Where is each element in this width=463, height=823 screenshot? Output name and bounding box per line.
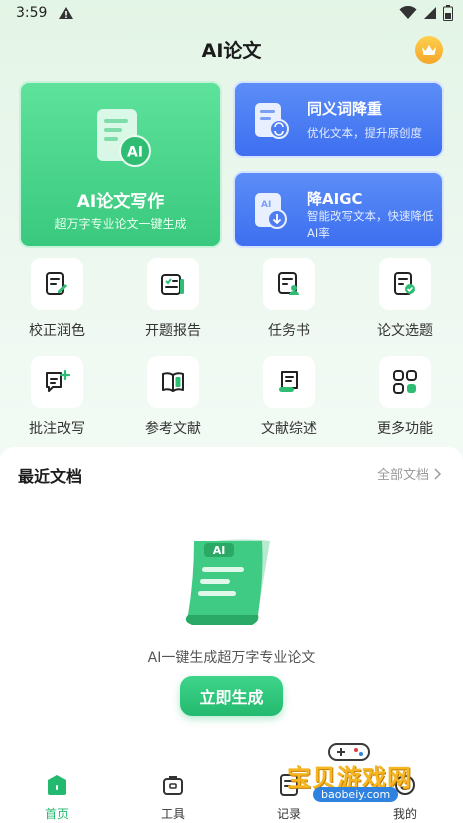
signal-icon — [424, 7, 436, 19]
warning-icon — [59, 7, 73, 19]
grid-icon — [393, 370, 417, 394]
feature-proofread[interactable]: 校正润色 — [17, 258, 97, 340]
feature-literature-review[interactable]: 文献综述 — [249, 356, 329, 438]
scroll-icon — [279, 371, 298, 392]
crown-icon — [422, 45, 436, 55]
nav-home[interactable]: 首页 — [27, 773, 87, 822]
feature-more[interactable]: 更多功能 — [365, 356, 445, 438]
feature-label: 开题报告 — [145, 323, 201, 339]
feature-icon-box — [379, 258, 431, 310]
book-icon — [162, 372, 184, 392]
feature-icon-box — [263, 258, 315, 310]
all-documents-label: 全部文档 — [376, 468, 429, 483]
feature-icon-box — [147, 258, 199, 310]
check-doc-icon — [394, 272, 415, 295]
status-indicators — [399, 5, 453, 21]
feature-icon-box — [31, 356, 83, 408]
nav-label: 工具 — [160, 807, 185, 821]
status-time: 3:59 — [16, 5, 48, 21]
feature-icon-box — [31, 258, 83, 310]
feature-icon-box — [379, 356, 431, 408]
feature-icon-box — [147, 356, 199, 408]
page-title: AI论文 — [201, 40, 262, 62]
feature-references[interactable]: 参考文献 — [133, 356, 213, 438]
status-bar: 3:59 — [0, 0, 463, 28]
ai-writing-card[interactable]: AI AI论文写作 超万字专业论文一键生成 — [19, 81, 222, 248]
checklist-icon — [161, 274, 184, 295]
comment-plus-icon — [46, 369, 70, 392]
feature-proposal-report[interactable]: 开题报告 — [133, 258, 213, 340]
reduce-aigc-card[interactable]: AI 降AIGC 智能改写文本，快速降低AI率 — [233, 171, 444, 248]
watermark: 宝贝游戏网 baobeiy.com — [287, 740, 437, 810]
feature-annotate-rewrite[interactable]: 批注改写 — [17, 356, 97, 438]
battery-icon — [443, 5, 453, 21]
all-documents-link[interactable]: 全部文档 — [377, 464, 441, 483]
generate-now-button[interactable]: 立即生成 — [180, 676, 283, 716]
recent-documents-panel: 最近文档 全部文档 AI AI一键生成超万字专业论文 立即生成 — [0, 447, 463, 767]
feature-label: 校正润色 — [29, 323, 85, 339]
home-icon — [48, 775, 66, 795]
ai-document-illustration: AI — [185, 539, 270, 625]
person-doc-icon — [278, 272, 299, 295]
chevron-right-icon — [434, 467, 441, 480]
feature-label: 任务书 — [268, 323, 310, 339]
rewrite-document-icon — [255, 103, 289, 139]
reduce-aigc-title: 降AIGC — [307, 190, 363, 208]
ai-document-icon: AI — [97, 109, 151, 167]
synonym-rewrite-subtitle: 优化文本，提升原创度 — [307, 126, 422, 140]
svg-text:AI: AI — [213, 544, 226, 557]
feature-icon-box — [263, 356, 315, 408]
nav-label: 首页 — [44, 807, 69, 821]
feature-label: 文献综述 — [261, 421, 317, 437]
feature-label: 批注改写 — [29, 421, 85, 437]
recent-documents-title: 最近文档 — [18, 467, 83, 486]
wifi-icon — [399, 6, 417, 19]
empty-state-text: AI一键生成超万字专业论文 — [147, 650, 316, 666]
nav-tools[interactable]: 工具 — [143, 773, 203, 822]
feature-label: 论文选题 — [377, 323, 433, 339]
vip-crown-button[interactable] — [415, 36, 443, 64]
ai-writing-title: AI论文写作 — [76, 192, 165, 212]
feature-label: 更多功能 — [377, 421, 433, 437]
feature-topic-select[interactable]: 论文选题 — [365, 258, 445, 340]
ai-writing-subtitle: 超万字专业论文一键生成 — [54, 217, 187, 231]
ai-reduce-icon: AI — [255, 193, 287, 229]
synonym-rewrite-title: 同义词降重 — [307, 100, 383, 118]
toolbox-icon — [163, 776, 183, 795]
reduce-aigc-subtitle: 智能改写文本，快速降低AI率 — [307, 209, 434, 240]
svg-text:AI: AI — [261, 200, 271, 210]
watermark-url: baobeiy.com — [313, 787, 399, 802]
synonym-rewrite-card[interactable]: 同义词降重 优化文本，提升原创度 — [233, 81, 444, 158]
svg-text:AI: AI — [127, 145, 143, 161]
edit-doc-icon — [46, 272, 67, 295]
feature-label: 参考文献 — [145, 421, 201, 437]
feature-task-book[interactable]: 任务书 — [249, 258, 329, 340]
